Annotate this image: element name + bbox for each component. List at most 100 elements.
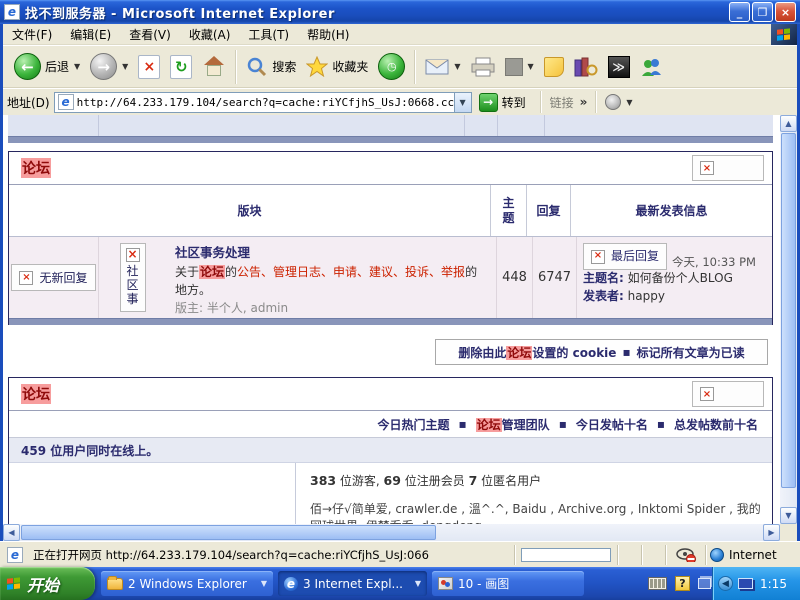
forum-title-link[interactable]: 社区事务处理 [175, 244, 487, 263]
print-button[interactable] [466, 55, 500, 79]
last-topic-link[interactable]: 如何备份个人BLOG [628, 271, 733, 285]
search-button[interactable]: 搜索 [241, 54, 301, 80]
address-input[interactable]: e http://64.233.179.104/search?q=cache:r… [54, 92, 472, 113]
back-dropdown-icon[interactable]: ▼ [74, 62, 80, 71]
moderators-line[interactable]: 版主: 半个人, admin [175, 299, 487, 317]
folder-icon [107, 578, 123, 590]
column-latest-post: 最新发表信息 [570, 185, 772, 236]
task-button-windows-explorer[interactable]: 2 Windows Explorer ▼ [101, 571, 273, 596]
paint-icon [438, 577, 453, 590]
back-button[interactable]: ← 后退 ▼ [9, 51, 85, 82]
network-tray-icon[interactable] [738, 578, 753, 589]
browser-viewport: 论坛 版块 主题 回复 最新发表信息 无新回复 [3, 115, 797, 541]
top-posters-today-link[interactable]: 今日发帖十名 [576, 416, 648, 433]
messenger-icon [640, 57, 662, 77]
scroll-up-button[interactable]: ▲ [780, 115, 797, 132]
language-restore-icon[interactable] [698, 578, 711, 589]
online-counts: 383 位游客, 69 位注册会员 7 位匿名用户 [310, 472, 772, 489]
keyboard-layout-icon[interactable] [648, 577, 667, 590]
menu-tools[interactable]: 工具(T) [239, 24, 298, 45]
home-button[interactable] [197, 54, 231, 80]
clock[interactable]: 1:15 [760, 577, 787, 591]
column-replies: 回复 [526, 185, 570, 236]
forum-topic-links[interactable]: 公告、管理日志、申请、建议、投诉、举报 [237, 265, 465, 279]
hot-topics-link[interactable]: 今日热门主题 [378, 416, 450, 433]
research-button[interactable] [569, 55, 603, 79]
address-separator [540, 91, 542, 113]
privacy-pane [665, 545, 705, 565]
language-help-icon[interactable]: ? [675, 576, 690, 591]
refresh-button[interactable]: ↻ [165, 53, 197, 81]
back-icon: ← [14, 53, 41, 80]
start-button[interactable]: 开始 [0, 567, 95, 600]
go-button[interactable]: → 转到 [476, 92, 532, 113]
forum-table: 论坛 版块 主题 回复 最新发表信息 无新回复 [8, 151, 773, 325]
menu-edit[interactable]: 编辑(E) [61, 24, 120, 45]
refresh-icon: ↻ [170, 55, 192, 79]
flashget-button[interactable]: ≫ [603, 54, 635, 80]
last-reply-badge[interactable]: 最后回复 [583, 243, 667, 270]
menu-help[interactable]: 帮助(H) [298, 24, 358, 45]
group-dropdown-icon[interactable]: ▼ [415, 579, 421, 588]
start-windows-flag-icon [7, 577, 21, 590]
section-title[interactable]: 论坛 [21, 384, 51, 404]
scroll-right-button[interactable]: ▶ [763, 524, 780, 541]
menu-file[interactable]: 文件(F) [3, 24, 61, 45]
privacy-report-icon[interactable] [676, 548, 696, 562]
forward-dropdown-icon[interactable]: ▼ [122, 62, 128, 71]
address-url[interactable]: http://64.233.179.104/search?q=cache:riY… [77, 96, 454, 109]
scroll-left-button[interactable]: ◀ [3, 524, 20, 541]
minimize-button[interactable]: _ [729, 2, 750, 22]
menu-view[interactable]: 查看(V) [120, 24, 180, 45]
search-icon [246, 56, 268, 78]
mail-button[interactable]: ▼ [420, 56, 465, 77]
forward-button[interactable]: → ▼ [85, 51, 133, 82]
maximize-button[interactable]: ❐ [752, 2, 773, 22]
menu-favorites[interactable]: 收藏(A) [180, 24, 240, 45]
task-button-internet-explorer[interactable]: e 3 Internet Expl... ▼ [278, 571, 427, 596]
links-label[interactable]: 链接 [550, 94, 574, 111]
favorites-button[interactable]: 收藏夹 [301, 54, 373, 79]
delete-cookie-link[interactable]: 删除由此论坛设置的 cookie [458, 344, 616, 361]
status-pane-empty [641, 545, 665, 565]
scroll-down-button[interactable]: ▼ [780, 507, 797, 524]
forum-team-link[interactable]: 论坛管理团队 [476, 416, 550, 433]
separator-dot: ▪ [657, 417, 665, 431]
close-button[interactable]: × [775, 2, 796, 22]
links-chevron-icon[interactable]: » [580, 95, 588, 109]
vertical-scroll-thumb[interactable] [781, 133, 796, 488]
forum-row: 无新回复 社区事 社区事务处理 关于论坛的公告、管理日志、申请、建议、投诉、举报… [9, 237, 772, 318]
search-term-highlight: 论坛 [199, 265, 225, 279]
hide-icons-chevron[interactable]: ◀ [718, 576, 733, 591]
edit-icon [505, 58, 523, 76]
last-poster-link[interactable]: happy [628, 289, 665, 303]
addon-dropdown-icon[interactable]: ▼ [626, 98, 632, 107]
discuss-button[interactable] [539, 55, 569, 79]
group-dropdown-icon[interactable]: ▼ [261, 579, 267, 588]
address-dropdown-icon[interactable]: ▼ [454, 93, 471, 112]
section-title[interactable]: 论坛 [21, 158, 51, 178]
vertical-scrollbar[interactable]: ▲ ▼ [780, 115, 797, 524]
history-button[interactable]: ◷ [373, 51, 410, 82]
stop-button[interactable]: × [133, 53, 165, 81]
top-posters-total-link[interactable]: 总发帖数前十名 [674, 416, 758, 433]
mark-read-link[interactable]: 标记所有文章为已读 [637, 344, 745, 361]
status-bar: e 正在打开网页 http://64.233.179.104/search?q=… [0, 541, 800, 567]
broken-image-icon [126, 248, 140, 262]
column-topics: 主题 [490, 185, 526, 236]
broken-image-placeholder [692, 381, 764, 407]
window-frame-left [0, 24, 3, 541]
mail-dropdown-icon[interactable]: ▼ [454, 62, 460, 71]
addon-ring-icon[interactable] [605, 94, 621, 110]
edit-button[interactable]: ▼ [500, 56, 539, 78]
messenger-button[interactable] [635, 55, 667, 79]
edit-dropdown-icon[interactable]: ▼ [528, 62, 534, 71]
horizontal-scrollbar[interactable]: ◀ ▶ [3, 524, 780, 541]
forum-stats-table: 论坛 今日热门主题 ▪ 论坛管理团队 ▪ 今日发帖十名 ▪ 总发帖数前十名 45… [8, 377, 773, 541]
forum-section-header: 论坛 [9, 152, 772, 185]
search-term-highlight: 论坛 [506, 346, 532, 360]
horizontal-scroll-thumb[interactable] [21, 525, 436, 540]
last-topic-line: 主题名: 如何备份个人BLOG [583, 270, 766, 287]
desktop: e 找不到服务器 - Microsoft Internet Explorer _… [0, 0, 800, 600]
task-button-paint[interactable]: 10 - 画图 [432, 571, 584, 596]
